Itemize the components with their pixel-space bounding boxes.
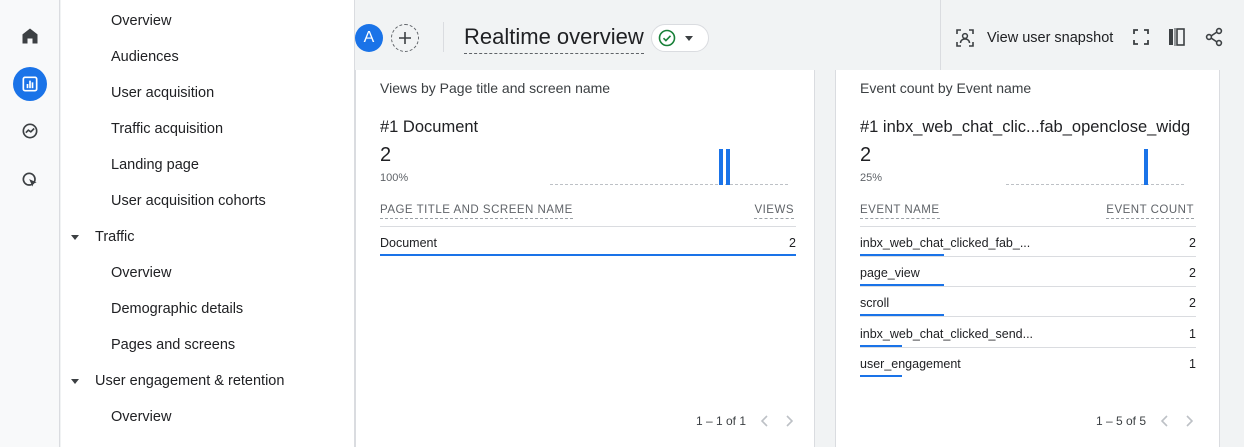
row-value: 2 (1189, 266, 1196, 280)
sidebar-item-label: Audiences (111, 49, 179, 65)
sidebar-item-label: Demographic details (111, 301, 244, 317)
plus-icon (399, 32, 411, 44)
sidebar-item-traffic-overview[interactable]: Overview (61, 255, 354, 291)
fullscreen-icon[interactable] (1130, 26, 1152, 48)
check-circle-icon (658, 29, 676, 47)
row-name: user_engagement (860, 357, 961, 371)
sidebar-item-demographic-details[interactable]: Demographic details (61, 291, 354, 327)
sidebar-item-label: User acquisition (111, 85, 215, 101)
sidebar-item-label: Traffic acquisition (111, 121, 224, 137)
home-icon[interactable] (13, 19, 47, 53)
sidebar-item-overview[interactable]: Overview (61, 3, 354, 39)
caret-down-icon (69, 231, 81, 243)
chevron-left-icon[interactable] (760, 414, 770, 428)
sidebar-section-label: Traffic (95, 229, 135, 245)
table-row[interactable]: Document 2 (380, 227, 796, 257)
share-icon[interactable] (1203, 26, 1225, 48)
sidebar-item-audiences[interactable]: Audiences (61, 39, 354, 75)
row-share-bar (380, 254, 796, 256)
sidebar-section-engagement[interactable]: User engagement & retention (61, 363, 354, 399)
chevron-right-icon[interactable] (784, 414, 794, 428)
column-header-event-count[interactable]: EVENT COUNT (1106, 204, 1194, 219)
page-title[interactable]: Realtime overview (464, 24, 644, 54)
row-name: Document (380, 236, 437, 250)
row-share-bar (860, 345, 902, 347)
pagination-range: 1 – 5 of 5 (1095, 414, 1146, 428)
sidebar-item-traffic-acquisition[interactable]: Traffic acquisition (61, 111, 354, 147)
column-header-event-name[interactable]: EVENT NAME (860, 204, 940, 219)
caret-down-icon (69, 375, 81, 387)
pagination: 1 – 5 of 5 (1096, 414, 1194, 428)
table-row[interactable]: inbx_web_chat_clicked_send... 1 (860, 318, 1196, 348)
row-divider (860, 316, 1196, 317)
row-name: inbx_web_chat_clicked_fab_... (860, 236, 1031, 250)
user-snapshot-icon (956, 29, 974, 47)
top-item-value: 2 (860, 144, 872, 166)
top-item: #1 inbx_web_chat_clic...fab_openclose_wi… (860, 118, 1191, 136)
view-user-snapshot-button[interactable]: View user snapshot (955, 24, 1113, 52)
row-value: 2 (1189, 296, 1196, 310)
table-row[interactable]: scroll 2 (860, 287, 1196, 317)
sidebar-section-traffic[interactable]: Traffic (61, 219, 354, 255)
sidebar-item-user-acquisition[interactable]: User acquisition (61, 75, 354, 111)
snapshot-label: View user snapshot (987, 30, 1114, 46)
caret-down-icon (685, 36, 693, 41)
sidebar-item-label: Overview (111, 13, 172, 29)
sidebar-item-engagement-overview[interactable]: Overview (61, 399, 354, 435)
row-name: scroll (860, 296, 890, 310)
row-share-bar (860, 284, 944, 286)
page-header: A Realtime overview View user snapshot (355, 0, 1244, 70)
views-by-page-card: Views by Page title and screen name #1 D… (355, 70, 815, 447)
reports-icon[interactable] (13, 67, 47, 101)
sidebar-item-pages-and-screens[interactable]: Pages and screens (61, 327, 354, 363)
table-row[interactable]: user_engagement 1 (860, 348, 1196, 378)
table-row[interactable]: page_view 2 (860, 257, 1196, 287)
sidebar-section-label: User engagement & retention (95, 373, 285, 389)
sidebar-item-landing-page[interactable]: Landing page (61, 147, 354, 183)
sidebar-item-label: User acquisition cohorts (111, 193, 266, 209)
row-name: inbx_web_chat_clicked_send... (860, 327, 1034, 341)
column-header-page-title[interactable]: PAGE TITLE AND SCREEN NAME (380, 204, 573, 219)
sidebar-item-label: Pages and screens (111, 337, 236, 353)
comparison-avatar[interactable]: A (355, 24, 383, 52)
advertising-icon[interactable] (13, 163, 47, 197)
sidebar-item-label: Overview (111, 409, 172, 425)
reports-sidebar: Overview Audiences User acquisition Traf… (61, 0, 355, 447)
row-value: 2 (1189, 236, 1196, 250)
events-sparkline (1006, 149, 1186, 185)
chevron-left-icon[interactable] (1160, 414, 1170, 428)
row-value: 1 (1189, 357, 1196, 371)
views-sparkline (550, 149, 790, 185)
left-rail (0, 0, 60, 447)
chevron-right-icon[interactable] (1184, 414, 1194, 428)
top-item-value: 2 (380, 144, 392, 166)
top-item: #1 Document (380, 118, 479, 136)
explore-icon[interactable] (13, 114, 47, 148)
pagination: 1 – 1 of 1 (696, 414, 794, 428)
card-title: Event count by Event name (860, 80, 1032, 96)
compare-columns-icon[interactable] (1166, 26, 1188, 48)
sidebar-item-user-acquisition-cohorts[interactable]: User acquisition cohorts (61, 183, 354, 219)
table-row[interactable]: inbx_web_chat_clicked_fab_... 2 (860, 227, 1196, 257)
row-share-bar (860, 375, 902, 377)
row-share-bar (860, 314, 944, 316)
sidebar-item-label: Overview (111, 265, 172, 281)
column-header-views[interactable]: VIEWS (754, 204, 794, 219)
event-count-card: Event count by Event name #1 inbx_web_ch… (835, 70, 1220, 447)
add-comparison-button[interactable] (391, 24, 419, 52)
top-item-percent: 25% (860, 172, 883, 184)
row-value: 1 (1189, 327, 1196, 341)
row-share-bar (860, 254, 944, 256)
sidebar-item-label: Landing page (111, 157, 199, 173)
header-divider (443, 22, 444, 52)
top-item-percent: 100% (380, 172, 409, 184)
row-value: 2 (789, 236, 796, 250)
status-dropdown[interactable] (651, 24, 709, 52)
toolbar-divider (940, 0, 941, 70)
row-name: page_view (860, 266, 920, 280)
card-title: Views by Page title and screen name (380, 80, 611, 96)
pagination-range: 1 – 1 of 1 (695, 414, 746, 428)
